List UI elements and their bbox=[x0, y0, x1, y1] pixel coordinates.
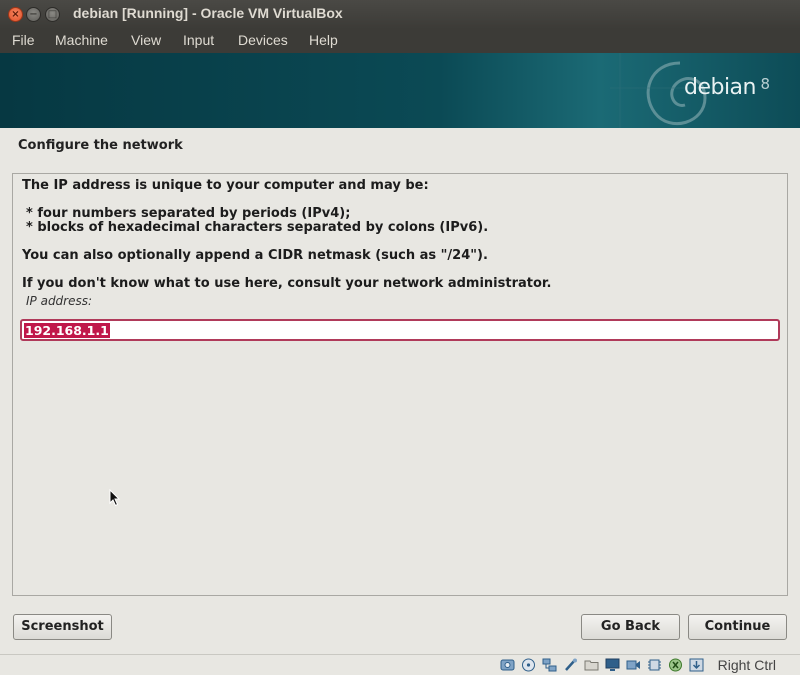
cidr-note: You can also optionally append a CIDR ne… bbox=[22, 248, 488, 263]
video-capture-icon[interactable] bbox=[626, 658, 641, 672]
go-back-button[interactable]: Go Back bbox=[581, 614, 680, 640]
display-icon[interactable] bbox=[605, 658, 620, 672]
menubar: File Machine View Input Devices Help bbox=[0, 29, 800, 53]
ip-address-value[interactable]: 192.168.1.1 bbox=[24, 323, 110, 338]
page-title: Configure the network bbox=[18, 138, 183, 153]
menu-file[interactable]: File bbox=[12, 32, 35, 48]
ip-address-input[interactable]: 192.168.1.1 bbox=[20, 319, 780, 341]
vm-display[interactable]: debian 8 Configure the network The IP ad… bbox=[0, 53, 800, 654]
minimize-window-button[interactable]: − bbox=[26, 7, 41, 22]
keyboard-capture-icon[interactable] bbox=[689, 658, 704, 672]
debian-version: 8 bbox=[760, 75, 770, 93]
hard-disk-icon[interactable] bbox=[500, 658, 515, 672]
debian-banner: debian 8 bbox=[0, 53, 800, 128]
usb-icon[interactable] bbox=[563, 658, 578, 672]
network-icon[interactable] bbox=[542, 658, 557, 672]
menu-input[interactable]: Input bbox=[183, 32, 214, 48]
bullet-ipv4-text: four numbers separated by periods (IPv4)… bbox=[37, 206, 351, 221]
continue-button[interactable]: Continue bbox=[688, 614, 787, 640]
host-key-label: Right Ctrl bbox=[717, 657, 776, 673]
bullet-ipv4: * four numbers separated by periods (IPv… bbox=[26, 206, 351, 221]
intro-text: The IP address is unique to your compute… bbox=[22, 178, 429, 193]
menu-help[interactable]: Help bbox=[309, 32, 338, 48]
maximize-icon: □ bbox=[47, 9, 58, 20]
vm-statusbar: Right Ctrl bbox=[0, 654, 800, 675]
window-titlebar: × − □ debian [Running] - Oracle VM Virtu… bbox=[0, 0, 800, 29]
cpu-icon[interactable] bbox=[647, 658, 662, 672]
maximize-window-button[interactable]: □ bbox=[45, 7, 60, 22]
menu-machine[interactable]: Machine bbox=[55, 32, 108, 48]
close-icon: × bbox=[11, 9, 20, 20]
optical-drive-icon[interactable] bbox=[521, 658, 536, 672]
bullet-ipv6: * blocks of hexadecimal characters separ… bbox=[26, 220, 489, 235]
minimize-icon: − bbox=[29, 9, 38, 20]
mouse-integration-icon[interactable] bbox=[668, 658, 683, 672]
screenshot-button[interactable]: Screenshot bbox=[13, 614, 112, 640]
bullet-ipv6-text: blocks of hexadecimal characters separat… bbox=[37, 220, 489, 235]
menu-view[interactable]: View bbox=[131, 32, 161, 48]
content-panel: The IP address is unique to your compute… bbox=[12, 173, 788, 596]
close-window-button[interactable]: × bbox=[8, 7, 23, 22]
debian-logo-text: debian bbox=[683, 75, 757, 100]
menu-devices[interactable]: Devices bbox=[238, 32, 288, 48]
mouse-pointer-icon bbox=[109, 489, 121, 507]
ip-address-label: IP address: bbox=[26, 294, 93, 308]
window-title: debian [Running] - Oracle VM VirtualBox bbox=[73, 5, 343, 21]
shared-folders-icon[interactable] bbox=[584, 658, 599, 672]
admin-note: If you don't know what to use here, cons… bbox=[22, 276, 552, 291]
